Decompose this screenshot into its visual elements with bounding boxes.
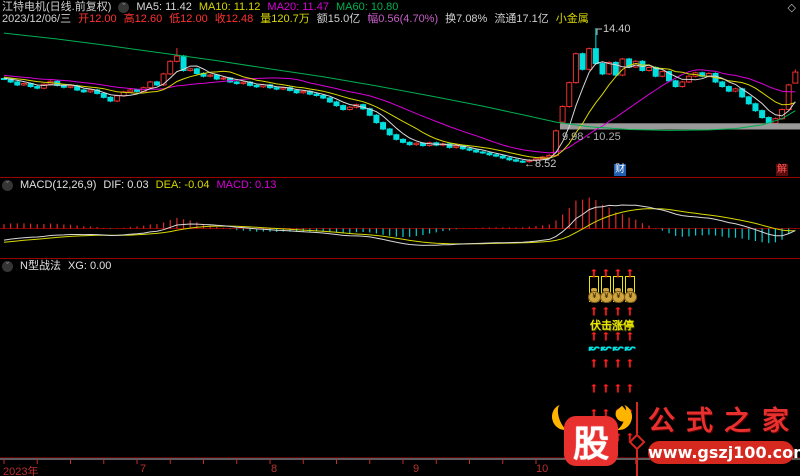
buy-arrow-icon: ↑ bbox=[588, 304, 600, 317]
buy-arrow-icon: ↑ bbox=[588, 356, 600, 369]
quote-field: 幅0.56(4.70%) bbox=[367, 13, 438, 25]
money-bag-icon: ¥ bbox=[588, 288, 600, 301]
quote-info-row: 2023/12/06/三开12.00 高12.60 低12.00 收12.48 量120… bbox=[2, 13, 589, 25]
high-price-label: 14.40 bbox=[603, 23, 631, 35]
buy-arrow-icon: ↑ bbox=[612, 266, 624, 279]
indicator-header-value: N型战法 bbox=[20, 260, 61, 272]
buy-arrow-icon: ↑ bbox=[600, 266, 612, 279]
money-bag-icon: ¥ bbox=[600, 288, 612, 301]
collapse-chevron-icon[interactable]: ˇ bbox=[2, 261, 13, 272]
watermark-divider bbox=[636, 402, 638, 476]
quote-field: 流通17.1亿 bbox=[494, 13, 548, 25]
n-strategy-panel-header: ˇ N型战法 XG: 0.00 bbox=[2, 260, 111, 272]
ma-value-label: MA5: 11.42 bbox=[136, 1, 191, 13]
buy-arrow-icon: ↑ bbox=[612, 381, 624, 394]
quote-field: 开12.00 bbox=[78, 13, 117, 25]
buy-arrow-icon: ↑ bbox=[588, 266, 600, 279]
quote-field: 高12.60 bbox=[124, 13, 163, 25]
logo-character: 股 bbox=[573, 415, 609, 467]
money-bag-icon: ¥ bbox=[624, 288, 636, 301]
macd-header-value: DIF: 0.03 bbox=[103, 179, 148, 191]
axis-label: 2023年 bbox=[3, 463, 38, 476]
event-badge[interactable]: 财 bbox=[614, 164, 626, 176]
buy-arrow-icon: ↑ bbox=[600, 381, 612, 394]
quote-field: 额15.0亿 bbox=[317, 13, 360, 25]
buy-arrow-icon: ↑ bbox=[624, 381, 636, 394]
event-badge[interactable]: 解 bbox=[776, 164, 788, 176]
indicator-header-value: XG: 0.00 bbox=[68, 260, 111, 272]
buy-arrow-icon: ↑ bbox=[600, 356, 612, 369]
money-bag-icon: ¥ bbox=[612, 288, 624, 301]
macd-panel-header: ˇ MACD(12,26,9) DIF: 0.03 DEA: -0.04 MACD: 0… bbox=[2, 179, 276, 191]
buy-arrow-icon: ↑ bbox=[600, 304, 612, 317]
collapse-chevron-icon[interactable]: ˇ bbox=[118, 2, 129, 13]
collapse-chevron-icon[interactable]: ˇ bbox=[2, 180, 13, 191]
watermark-site-name: 公式之家 bbox=[648, 406, 800, 436]
wash-arrow-icon: ↜ bbox=[600, 342, 612, 354]
axis-label: 8 bbox=[271, 463, 277, 475]
wash-arrow-icon: ↜ bbox=[612, 342, 624, 354]
corner-diamond-icon[interactable]: ◇ bbox=[788, 1, 796, 14]
axis-label: 7 bbox=[140, 463, 146, 475]
ma-value-label: MA10: 11.12 bbox=[199, 1, 261, 13]
buy-arrow-icon: ↑ bbox=[624, 304, 636, 317]
trading-app-window: 江特电机(日线.前复权) ˇ MA5: 11.42 MA10: 11.12 MA20: … bbox=[0, 0, 800, 476]
macd-header-value: DEA: -0.04 bbox=[156, 179, 210, 191]
macd-header-value: MACD(12,26,9) bbox=[20, 179, 96, 191]
buy-arrow-icon: ↑ bbox=[624, 356, 636, 369]
buy-arrow-icon: ↑ bbox=[588, 381, 600, 394]
macd-header-value: MACD: 0.13 bbox=[216, 179, 276, 191]
buy-arrow-icon: ↑ bbox=[624, 266, 636, 279]
quote-field: 2023/12/06/三 bbox=[2, 13, 71, 25]
stock-header-row: 江特电机(日线.前复权) ˇ MA5: 11.42 MA10: 11.12 MA20: … bbox=[2, 1, 398, 13]
quote-field: 小金属 bbox=[556, 13, 589, 25]
stock-title: 江特电机(日线.前复权) bbox=[2, 1, 111, 13]
quote-field: 收12.48 bbox=[215, 13, 254, 25]
gap-range-label: 9.98 - 10.25 bbox=[562, 131, 621, 143]
buy-arrow-icon: ↑ bbox=[612, 356, 624, 369]
buy-arrow-icon: ↑ bbox=[612, 304, 624, 317]
watermark: 股 公式之家 www.gszj100.com bbox=[540, 398, 800, 476]
watermark-url: www.gszj100.com bbox=[648, 441, 794, 464]
axis-label: 9 bbox=[413, 463, 419, 475]
wash-arrow-icon: ↜ bbox=[624, 342, 636, 354]
ma-value-label: MA60: 10.80 bbox=[336, 1, 398, 13]
quote-field: 量120.7万 bbox=[260, 13, 310, 25]
low-price-label: ←8.52 bbox=[524, 158, 556, 170]
bull-logo-icon: 股 bbox=[552, 406, 632, 472]
ma-value-label: MA20: 11.47 bbox=[267, 1, 329, 13]
wash-arrow-icon: ↜ bbox=[588, 342, 600, 354]
quote-field: 低12.00 bbox=[169, 13, 208, 25]
quote-field: 换7.08% bbox=[445, 13, 487, 25]
